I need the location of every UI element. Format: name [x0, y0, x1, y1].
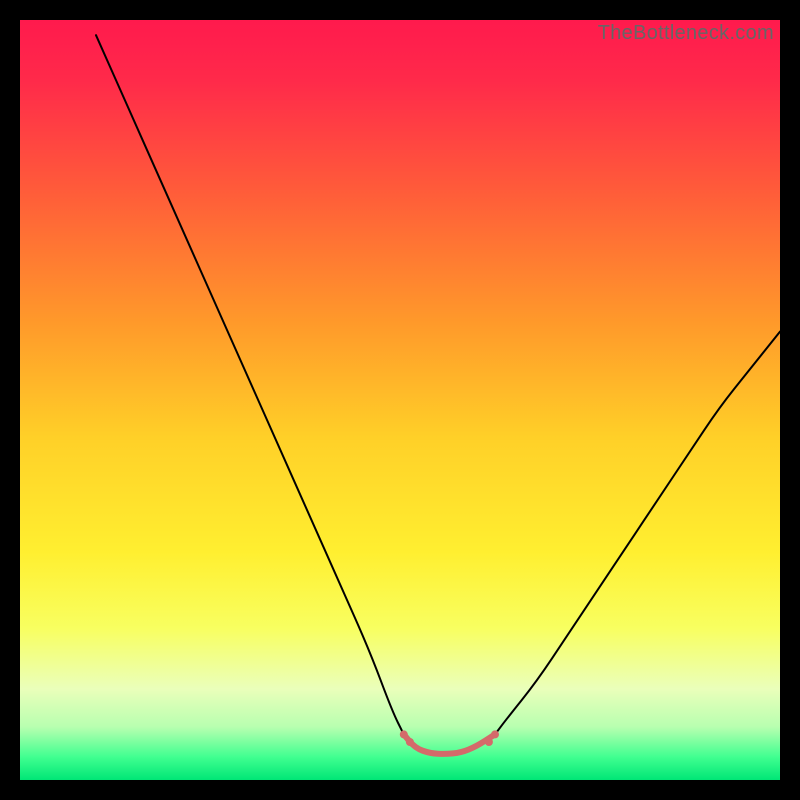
chart-svg	[20, 20, 780, 780]
marker-dot	[406, 738, 414, 746]
marker-dot	[400, 730, 408, 738]
marker-dot	[491, 730, 499, 738]
gradient-background	[20, 20, 780, 780]
chart-frame: TheBottleneck.com	[20, 20, 780, 780]
marker-dot	[485, 738, 493, 746]
watermark-text: TheBottleneck.com	[598, 22, 774, 45]
